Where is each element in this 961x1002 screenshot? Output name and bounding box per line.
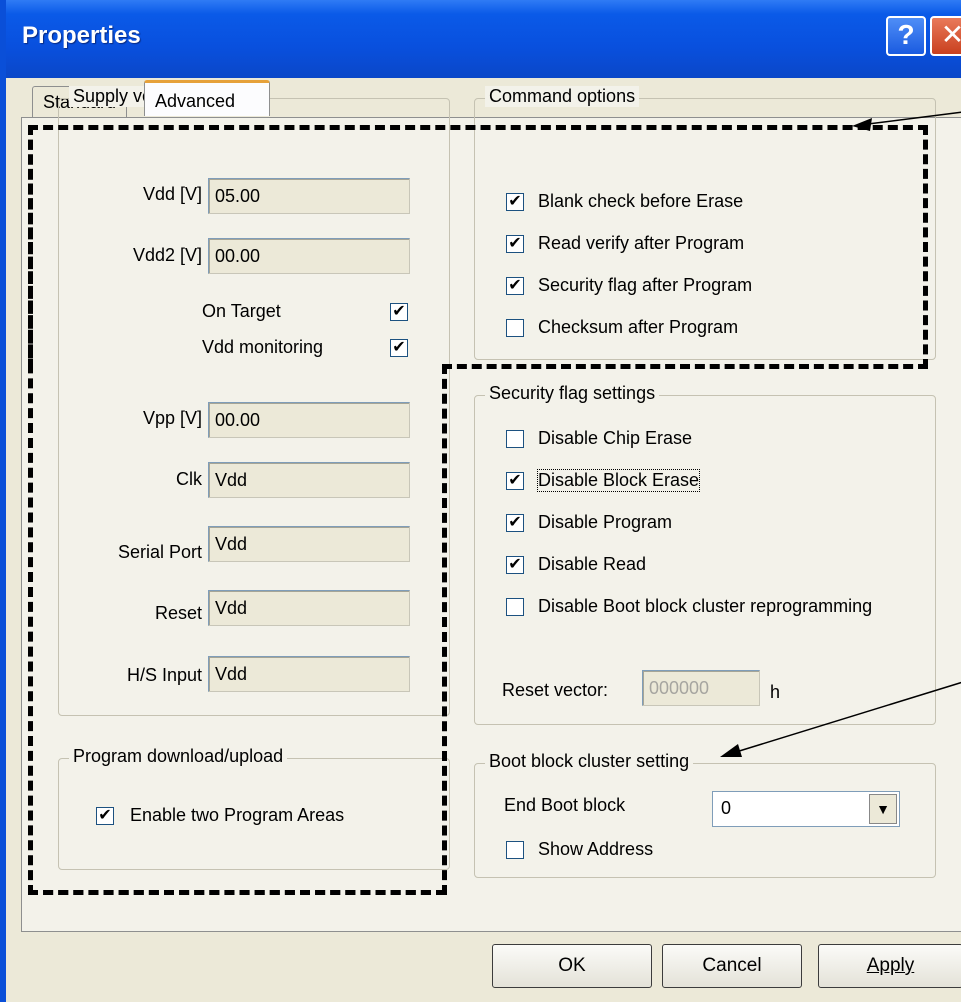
arrow-head-bottom (720, 744, 742, 757)
arrow-line-top (867, 111, 961, 125)
arrow-line-bottom (735, 681, 961, 753)
annotation-arrows (720, 111, 961, 757)
properties-window: Properties ? ✕ Standard Supply voltage V… (0, 0, 961, 1002)
arrow-head-top (852, 118, 872, 131)
